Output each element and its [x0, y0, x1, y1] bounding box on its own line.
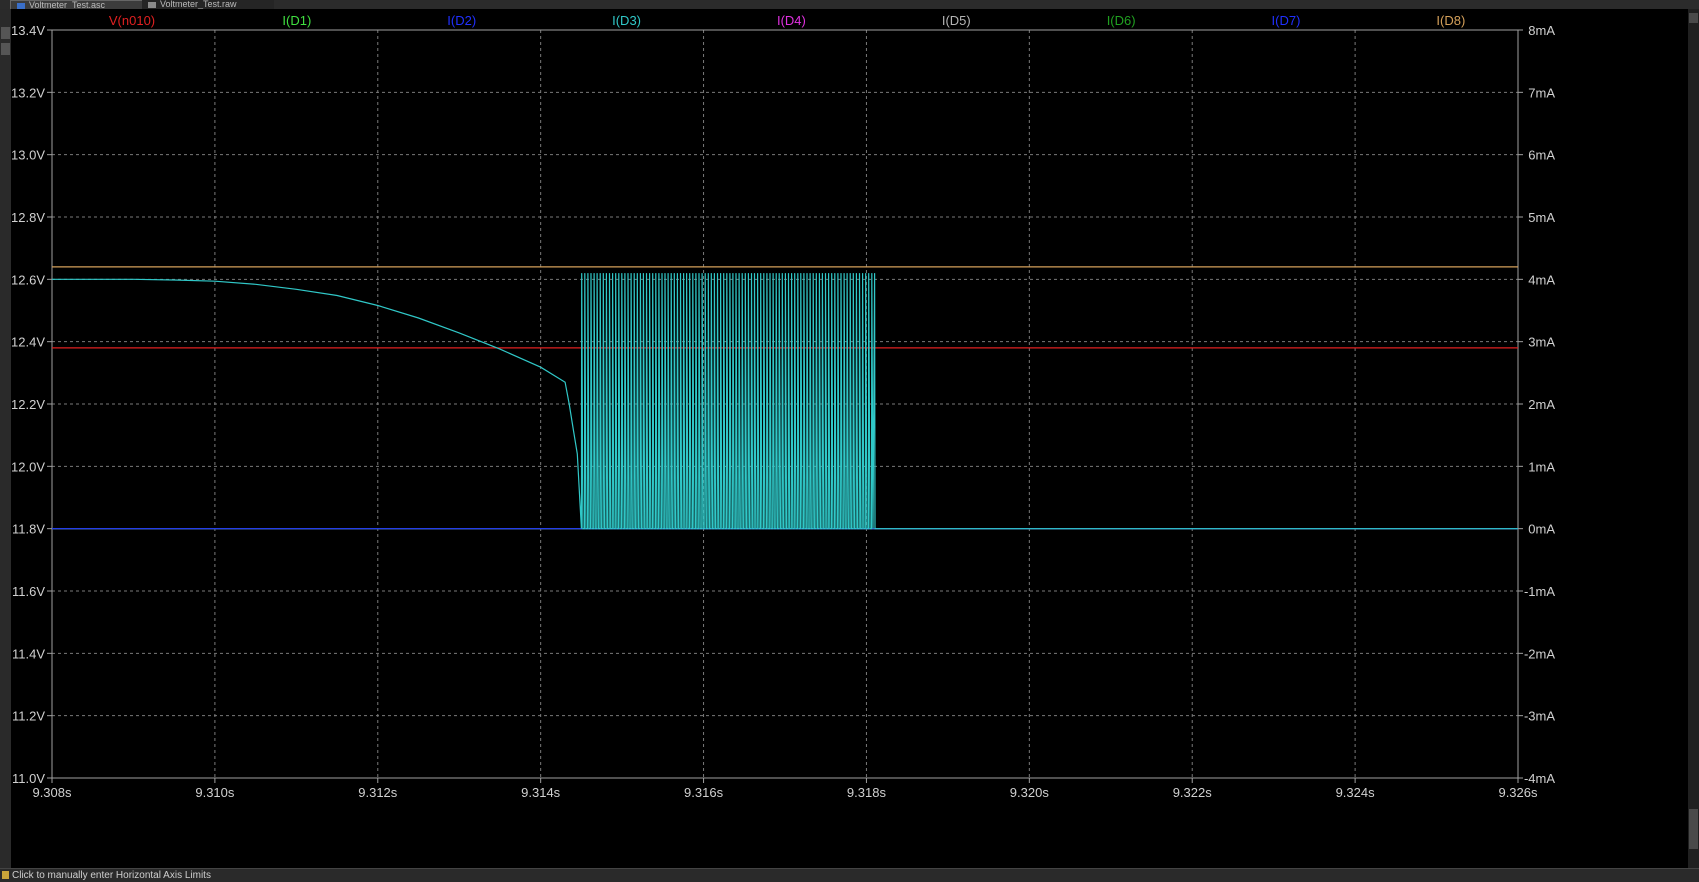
x-tick-label: 9.326s — [1498, 785, 1538, 800]
tab-waveform[interactable]: Voltmeter_Test.raw — [142, 0, 274, 9]
waveform-plot[interactable]: 9.308s 9.310s 9.312s 9.314s 9.316s 9.318s 9.32… — [11, 9, 1688, 868]
y2-tick-label: -3mA — [1524, 709, 1555, 724]
right-scroll-strip[interactable] — [1688, 9, 1699, 868]
y-tick-label: 11.8V — [12, 522, 45, 537]
y-tick-label: 12.8V — [11, 210, 45, 225]
legend-entry: I(D7) — [1272, 13, 1301, 28]
y2-tick-label: 2mA — [1528, 397, 1555, 412]
left-scroll-strip[interactable] — [0, 9, 11, 868]
y-tick-label: 11.2V — [12, 709, 45, 724]
legend-entry: V(n010) — [109, 13, 155, 28]
y-tick-label: 13.4V — [11, 23, 45, 38]
y2-tick-label: 1mA — [1528, 459, 1555, 474]
y2-tick-label: 6mA — [1528, 148, 1555, 163]
x-tick-label: 9.320s — [1010, 785, 1050, 800]
waveform-icon — [148, 1, 156, 8]
legend-entry: I(D1) — [282, 13, 311, 28]
x-tick-label: 9.314s — [521, 785, 561, 800]
right-scroll-up-button[interactable] — [1689, 13, 1698, 23]
schematic-icon — [17, 2, 25, 9]
y2-tick-label: 4mA — [1528, 272, 1555, 287]
x-tick-label: 9.318s — [847, 785, 887, 800]
document-tab-bar: Voltmeter_Test.asc Voltmeter_Test.raw — [0, 0, 1699, 10]
x-tick-label: 9.310s — [195, 785, 235, 800]
y2-tick-label: 7mA — [1528, 85, 1555, 100]
y-tick-label: 11.4V — [12, 646, 45, 661]
legend-entry: I(D2) — [447, 13, 476, 28]
status-text: Click to manually enter Horizontal Axis … — [12, 870, 211, 881]
legend-entry: I(D8) — [1436, 13, 1465, 28]
y-tick-label: 12.0V — [11, 459, 45, 474]
y2-tick-label: -1mA — [1524, 584, 1555, 599]
y-tick-label: 11.0V — [12, 771, 45, 786]
y2-tick-label: 3mA — [1528, 335, 1555, 350]
y2-tick-label: 0mA — [1528, 522, 1555, 537]
tab-waveform-label: Voltmeter_Test.raw — [160, 0, 237, 9]
y2-tick-label: 8mA — [1528, 23, 1555, 38]
y-tick-label: 13.2V — [11, 85, 45, 100]
legend-entry: I(D3) — [612, 13, 641, 28]
y2-tick-label: -4mA — [1524, 771, 1555, 786]
status-bar: Click to manually enter Horizontal Axis … — [0, 868, 1699, 882]
y-tick-label: 11.6V — [12, 584, 45, 599]
y-tick-label: 13.0V — [11, 148, 45, 163]
x-tick-label: 9.324s — [1336, 785, 1376, 800]
y2-tick-label: 5mA — [1528, 210, 1555, 225]
legend-entry: I(D6) — [1107, 13, 1136, 28]
series-line-id3 — [52, 273, 1518, 530]
x-tick-label: 9.312s — [358, 785, 398, 800]
y-tick-label: 12.4V — [11, 335, 45, 350]
y-tick-label: 12.6V — [11, 272, 45, 287]
legend-entry: I(D5) — [942, 13, 971, 28]
scroll-up-button[interactable] — [1, 27, 10, 39]
legend-entry: I(D4) — [777, 13, 806, 28]
right-scroll-handle[interactable] — [1689, 809, 1698, 849]
x-tick-label: 9.322s — [1173, 785, 1213, 800]
scroll-handle[interactable] — [1, 43, 10, 55]
y-tick-label: 12.2V — [11, 397, 45, 412]
x-tick-label: 9.316s — [684, 785, 724, 800]
x-tick-label: 9.308s — [32, 785, 72, 800]
y2-tick-label: -2mA — [1524, 646, 1555, 661]
warning-icon — [2, 871, 9, 879]
waveform-plot-pane[interactable]: 9.308s 9.310s 9.312s 9.314s 9.316s 9.318s 9.32… — [11, 9, 1688, 868]
